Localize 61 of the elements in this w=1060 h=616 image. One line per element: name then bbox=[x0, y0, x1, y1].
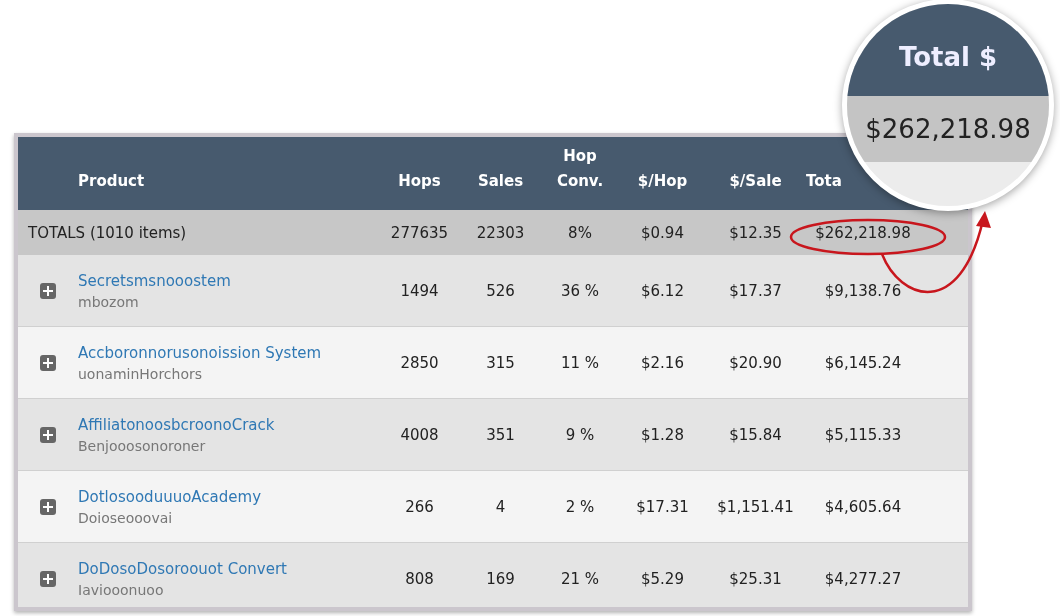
table-cell-text: 9 % bbox=[564, 425, 596, 444]
totals-cell-text: 22303 bbox=[475, 223, 526, 242]
table-cell-text: $9,138.76 bbox=[823, 281, 903, 300]
table-cell-text: $20.90 bbox=[728, 353, 783, 372]
column-header[interactable]: Hops bbox=[398, 169, 441, 194]
column-header[interactable]: Sales bbox=[477, 169, 524, 194]
table-cell-text: $5.29 bbox=[640, 569, 685, 588]
magnified-heading: Total $ bbox=[898, 42, 998, 72]
table-cell-text: $6.12 bbox=[640, 281, 685, 300]
table-cell-text: 351 bbox=[485, 425, 516, 444]
column-header[interactable]: Hop Conv. bbox=[555, 144, 605, 194]
totals-cell-text: $262,218.98 bbox=[814, 223, 912, 242]
table-cell-text: $4,277.27 bbox=[823, 569, 903, 588]
table-cell-text: 2850 bbox=[399, 353, 440, 372]
vendor-name: mbozom bbox=[78, 293, 140, 310]
magnified-value: $262,218.98 bbox=[865, 114, 1031, 144]
table-cell-text: 526 bbox=[485, 281, 516, 300]
column-header[interactable]: $/Hop bbox=[637, 169, 688, 194]
table-cell-text: 36 % bbox=[559, 281, 601, 300]
table-cell-text: $2.16 bbox=[640, 353, 685, 372]
table-cell-text: 4008 bbox=[399, 425, 440, 444]
table-cell-text: $25.31 bbox=[728, 569, 783, 588]
column-header[interactable]: Tota bbox=[806, 169, 842, 194]
totals-label: TOTALS (1010 items) bbox=[27, 223, 188, 242]
table-cell-text: $15.84 bbox=[728, 425, 783, 444]
totals-cell-text: $12.35 bbox=[728, 223, 783, 242]
product-link[interactable]: Accboronnorusonoission System bbox=[78, 343, 378, 362]
column-header[interactable]: $/Sale bbox=[729, 169, 782, 194]
vendor-name: Iaviooonuoo bbox=[78, 581, 165, 598]
table-cell-text: 315 bbox=[485, 353, 516, 372]
totals-cell-text: $0.94 bbox=[640, 223, 685, 242]
table-cell-text: $1,151.41 bbox=[716, 497, 795, 516]
table-cell-text: $4,605.64 bbox=[823, 497, 903, 516]
table-cell-text: $17.31 bbox=[635, 497, 690, 516]
product-link[interactable]: AffiliatonoosbcroonoCrack bbox=[78, 415, 378, 434]
expand-icon[interactable] bbox=[40, 354, 56, 371]
expand-icon[interactable] bbox=[40, 282, 56, 299]
product-link[interactable]: DotlosooduuuoAcademy bbox=[78, 487, 378, 506]
table-cell-text: $1.28 bbox=[640, 425, 685, 444]
vendor-name: Doioseooovai bbox=[78, 509, 174, 526]
table-cell-text: 4 bbox=[494, 497, 507, 516]
totals-cell-text: 277635 bbox=[389, 223, 450, 242]
table-cell-text: 169 bbox=[485, 569, 516, 588]
table-cell-text: 21 % bbox=[559, 569, 601, 588]
table-cell-text: 266 bbox=[404, 497, 435, 516]
table-cell-text: 2 % bbox=[564, 497, 596, 516]
vendor-name: uonaminHorchors bbox=[78, 365, 204, 382]
expand-icon[interactable] bbox=[40, 426, 56, 443]
table-cell-text: 808 bbox=[404, 569, 435, 588]
table-cell-text: 1494 bbox=[399, 281, 440, 300]
table-cell-text: $6,145.24 bbox=[823, 353, 903, 372]
expand-icon[interactable] bbox=[40, 570, 56, 587]
product-link[interactable]: DoDosoDosoroouot Convert bbox=[78, 559, 378, 578]
table-cell-text: $17.37 bbox=[728, 281, 783, 300]
column-header[interactable]: Product bbox=[78, 169, 145, 194]
vendor-name: Benjooosonoroner bbox=[78, 437, 207, 454]
product-link[interactable]: Secretsmsnooostem bbox=[78, 271, 378, 290]
totals-cell-text: 8% bbox=[567, 223, 593, 242]
table-cell-text: $5,115.33 bbox=[823, 425, 903, 444]
table-cell-text: 11 % bbox=[559, 353, 601, 372]
expand-icon[interactable] bbox=[40, 498, 56, 515]
